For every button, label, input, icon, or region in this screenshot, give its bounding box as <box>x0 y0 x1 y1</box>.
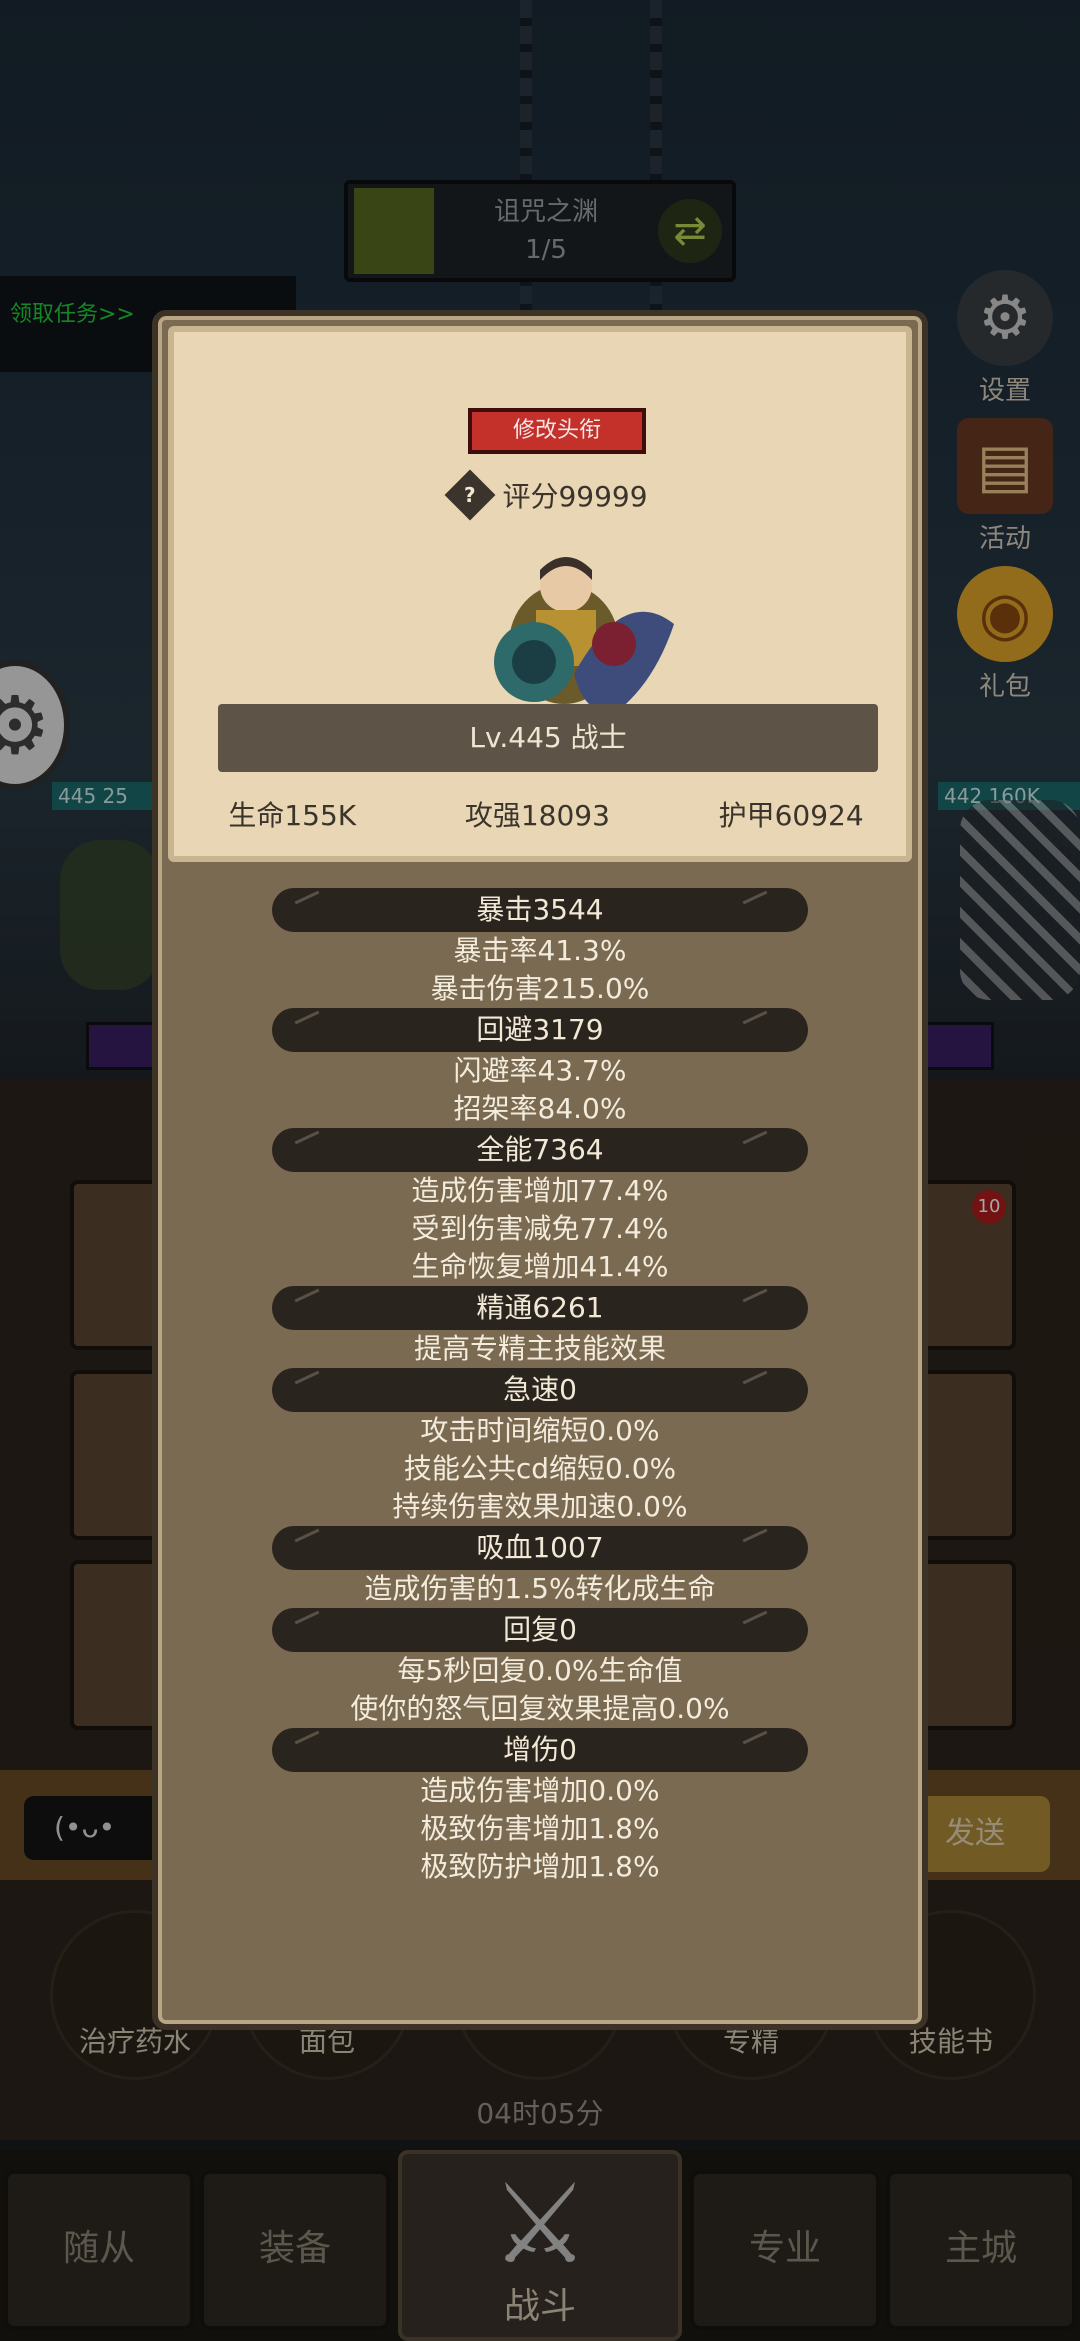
stat-line: 造成伤害增加77.4% <box>411 1174 669 1207</box>
stat-line: 招架率84.0% <box>453 1092 627 1125</box>
stat-line: 造成伤害的1.5%转化成生命 <box>364 1572 716 1605</box>
level-class-banner: Lv.445 战士 <box>218 704 878 772</box>
hp-stat: 生命155K <box>228 799 357 832</box>
profile-card: 修改头衔 ? 评分99999 Lv.445 战士 生命155K 攻强18093 … <box>168 326 912 862</box>
stat-heading: 增伤0 <box>272 1728 808 1772</box>
stat-group-lifesteal: 吸血1007 造成伤害的1.5%转化成生命 <box>158 1526 922 1608</box>
stat-group-haste: 急速0 攻击时间缩短0.0% 技能公共cd缩短0.0% 持续伤害效果加速0.0% <box>158 1368 922 1526</box>
stat-line: 每5秒回复0.0%生命值 <box>397 1654 683 1687</box>
stat-group-regen: 回复0 每5秒回复0.0%生命值 使你的怒气回复效果提高0.0% <box>158 1608 922 1728</box>
stat-heading: 暴击3544 <box>272 888 808 932</box>
attack-stat: 攻强18093 <box>464 799 610 832</box>
help-icon[interactable]: ? <box>444 469 496 521</box>
stat-group-mastery: 精通6261 提高专精主技能效果 <box>158 1286 922 1368</box>
stat-line: 生命恢复增加41.4% <box>411 1250 669 1283</box>
score-row: ? 评分99999 <box>400 469 700 521</box>
stat-line: 闪避率43.7% <box>453 1054 627 1087</box>
stat-heading: 精通6261 <box>272 1286 808 1330</box>
character-stats-modal: 修改头衔 ? 评分99999 Lv.445 战士 生命155K 攻强18093 … <box>152 310 928 2030</box>
stat-line: 暴击率41.3% <box>453 934 627 967</box>
stat-group-evasion: 回避3179 闪避率43.7% 招架率84.0% <box>158 1008 922 1128</box>
stat-group-crit: 暴击3544 暴击率41.3% 暴击伤害215.0% <box>158 888 922 1008</box>
stat-heading: 回复0 <box>272 1608 808 1652</box>
stat-group-damage-boost: 增伤0 造成伤害增加0.0% 极致伤害增加1.8% 极致防护增加1.8% <box>158 1728 922 1886</box>
score-text: 评分99999 <box>502 480 648 513</box>
base-stats-row: 生命155K 攻强18093 护甲60924 <box>174 794 918 844</box>
stat-heading: 回避3179 <box>272 1008 808 1052</box>
stat-line: 技能公共cd缩短0.0% <box>403 1452 677 1485</box>
stat-heading: 吸血1007 <box>272 1526 808 1570</box>
stat-line: 使你的怒气回复效果提高0.0% <box>350 1692 730 1725</box>
stat-line: 持续伤害效果加速0.0% <box>392 1490 688 1523</box>
stats-list: 暴击3544 暴击率41.3% 暴击伤害215.0% 回避3179 闪避率43.… <box>158 888 922 1886</box>
stat-line: 提高专精主技能效果 <box>413 1332 666 1365</box>
stat-line: 极致伤害增加1.8% <box>420 1812 660 1845</box>
stat-group-versatility: 全能7364 造成伤害增加77.4% 受到伤害减免77.4% 生命恢复增加41.… <box>158 1128 922 1286</box>
stat-line: 极致防护增加1.8% <box>420 1850 660 1883</box>
stat-line: 暴击伤害215.0% <box>430 972 650 1005</box>
stat-line: 受到伤害减免77.4% <box>411 1212 669 1245</box>
rename-title-button[interactable]: 修改头衔 <box>468 408 646 454</box>
armor-stat: 护甲60924 <box>718 799 864 832</box>
stat-line: 攻击时间缩短0.0% <box>420 1414 660 1447</box>
hero-avatar <box>494 557 674 714</box>
stat-line: 造成伤害增加0.0% <box>420 1774 660 1807</box>
stat-heading: 急速0 <box>272 1368 808 1412</box>
stat-heading: 全能7364 <box>272 1128 808 1172</box>
